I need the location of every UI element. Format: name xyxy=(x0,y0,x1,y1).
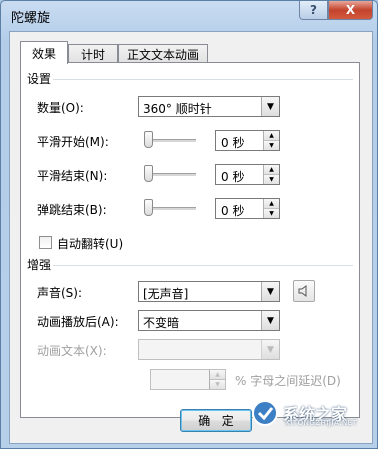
spin-down-icon[interactable]: ▼ xyxy=(264,174,279,184)
ok-button-label: 确 xyxy=(198,414,211,428)
effect-panel: 设置 数量(O): 360° 顺时针 ▼ 平滑开始(M): 0 秒 ▲ ▼ 平滑结… xyxy=(20,62,360,418)
ok-button-label-tail: 定 xyxy=(221,414,234,428)
sound-value: [无声音] xyxy=(143,287,189,301)
dialog-client: 效果 计时 正文文本动画 设置 数量(O): 360° 顺时针 ▼ 平滑开始(M… xyxy=(9,31,373,444)
bounce-end-spinner[interactable]: 0 秒 ▲ ▼ xyxy=(215,198,280,219)
settings-divider xyxy=(53,79,353,80)
after-animation-dropdown[interactable]: 不变暗 ▼ xyxy=(138,310,280,331)
smooth-start-spinner[interactable]: 0 秒 ▲ ▼ xyxy=(215,130,280,151)
amount-label: 数量(O): xyxy=(37,101,84,115)
chevron-down-icon[interactable]: ▼ xyxy=(261,282,279,301)
tab-effect[interactable]: 效果 xyxy=(20,41,68,64)
dialog-window: 陀螺旋 ? X 效果 计时 正文文本动画 设置 数量(O): 360° 顺时针 … xyxy=(0,0,378,449)
smooth-start-value: 0 秒 xyxy=(221,136,245,150)
slider-thumb[interactable] xyxy=(144,199,153,216)
amount-dropdown[interactable]: 360° 顺时针 ▼ xyxy=(138,96,280,117)
sound-dropdown[interactable]: [无声音] ▼ xyxy=(138,281,280,302)
tab-text-animation[interactable]: 正文文本动画 xyxy=(118,44,208,63)
spin-down-icon[interactable]: ▼ xyxy=(264,140,279,150)
speaker-icon xyxy=(298,285,307,297)
smooth-end-spinner[interactable]: 0 秒 ▲ ▼ xyxy=(215,164,280,185)
window-title: 陀螺旋 xyxy=(11,11,51,26)
spin-up-icon[interactable]: ▲ xyxy=(264,165,279,174)
amount-value: 360° 顺时针 xyxy=(143,102,212,116)
chevron-down-icon[interactable]: ▼ xyxy=(261,97,279,116)
bounce-end-slider[interactable] xyxy=(144,198,196,218)
spin-up-icon[interactable]: ▲ xyxy=(210,370,225,379)
letter-delay-spinner[interactable]: ▲ ▼ xyxy=(150,369,226,390)
watermark: 系统之家 XITONGZHIJIA.NET xyxy=(251,399,357,427)
chevron-down-icon[interactable]: ▼ xyxy=(261,311,279,330)
smooth-end-label: 平滑结束(N): xyxy=(37,169,108,183)
after-animation-value: 不变暗 xyxy=(143,316,180,330)
bounce-end-label: 弹跳结束(B): xyxy=(37,203,107,217)
enhancements-group-title: 增强 xyxy=(27,258,52,272)
enhancements-divider xyxy=(53,265,353,266)
smooth-start-slider[interactable] xyxy=(144,130,196,150)
settings-group-title: 设置 xyxy=(27,72,52,86)
spin-up-icon[interactable]: ▲ xyxy=(264,131,279,140)
tab-timing[interactable]: 计时 xyxy=(68,44,118,63)
spin-up-icon[interactable]: ▲ xyxy=(264,199,279,208)
smooth-start-label: 平滑开始(M): xyxy=(37,135,109,149)
auto-reverse-checkbox[interactable] xyxy=(39,236,52,249)
after-animation-label: 动画播放后(A): xyxy=(37,315,119,329)
auto-reverse-label[interactable]: 自动翻转(U) xyxy=(57,235,123,252)
watermark-sub: XITONGZHIJIA.NET xyxy=(285,419,358,427)
watermark-logo-icon xyxy=(252,400,278,426)
ok-button[interactable]: 确 定 xyxy=(180,409,252,432)
sound-volume-button[interactable] xyxy=(293,280,315,302)
chevron-down-icon[interactable]: ▼ xyxy=(261,340,279,359)
spin-down-icon[interactable]: ▼ xyxy=(210,379,225,389)
bounce-end-value: 0 秒 xyxy=(221,204,245,218)
letter-delay-label: % 字母之间延迟(D) xyxy=(235,374,341,388)
spin-down-icon[interactable]: ▼ xyxy=(264,208,279,218)
smooth-end-slider[interactable] xyxy=(144,164,196,184)
animate-text-label: 动画文本(X): xyxy=(37,344,107,358)
sound-label: 声音(S): xyxy=(37,286,83,300)
slider-thumb[interactable] xyxy=(144,165,153,182)
close-button[interactable]: X xyxy=(328,1,373,20)
slider-thumb[interactable] xyxy=(144,131,153,148)
smooth-end-value: 0 秒 xyxy=(221,170,245,184)
animate-text-dropdown[interactable]: ▼ xyxy=(138,339,280,360)
help-button[interactable]: ? xyxy=(299,1,328,20)
